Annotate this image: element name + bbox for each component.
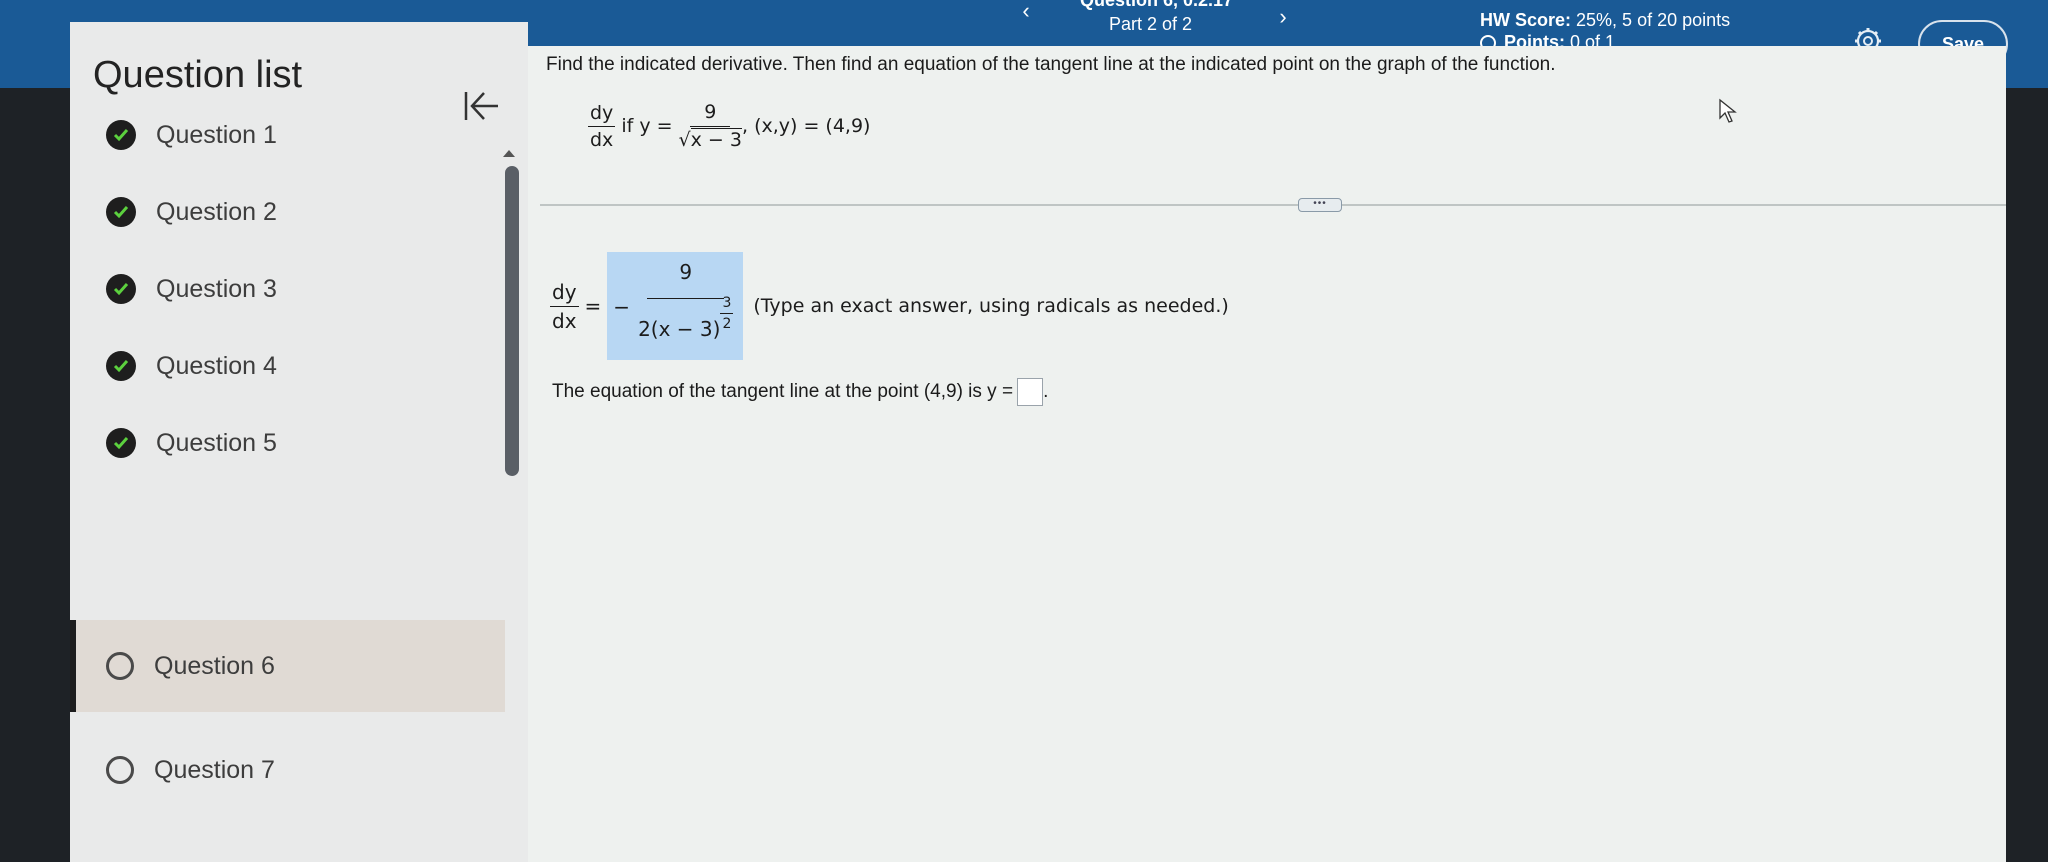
negative-sign: − bbox=[613, 295, 631, 319]
question-label: Question 1 bbox=[156, 120, 277, 149]
question-label: Question 3 bbox=[156, 274, 277, 303]
hw-score-label: HW Score: bbox=[1480, 10, 1572, 30]
exponent-denominator: 2 bbox=[722, 316, 732, 332]
denominator-base: 2(x − 3) bbox=[638, 317, 721, 341]
next-question-button[interactable]: › bbox=[1265, 6, 1301, 34]
question-label: Question 4 bbox=[156, 351, 277, 380]
tangent-line-text: The equation of the tangent line at the … bbox=[552, 381, 1014, 402]
derivative-answer-row: dy dx = − 9 2(x − 3) 3 2 (Type an exact an… bbox=[550, 252, 1229, 360]
given-point: , (x,y) = (4,9) bbox=[741, 115, 871, 137]
chevron-left-icon: ‹ bbox=[1022, 0, 1030, 23]
exponent-numerator: 3 bbox=[720, 295, 734, 314]
check-circle-icon bbox=[106, 351, 136, 381]
question-title: Question 6, 0.2.17 bbox=[1080, 0, 1234, 10]
scrollbar-thumb[interactable] bbox=[505, 166, 519, 476]
question-list-panel: Question list Question 1 Question 2 Ques… bbox=[70, 22, 528, 862]
radicand: x − 3 bbox=[690, 128, 742, 151]
question-label: Question 2 bbox=[156, 197, 277, 226]
part-label: Part 2 of 2 bbox=[1109, 14, 1193, 34]
scroll-up-arrow-icon[interactable] bbox=[503, 150, 515, 157]
tangent-line-input[interactable] bbox=[1017, 378, 1044, 406]
previous-question-button[interactable]: ‹ bbox=[1008, 0, 1044, 28]
problem-expression: dy dx if y = 9 √x − 3 , (x,y) = (4,9) bbox=[588, 101, 870, 151]
fraction-denominator: dx bbox=[590, 128, 614, 151]
empty-circle-icon bbox=[106, 652, 134, 680]
derivative-notation: dy dx bbox=[588, 102, 616, 151]
question-list-item-2[interactable]: Question 2 bbox=[70, 177, 505, 247]
fraction-denominator: dx bbox=[552, 308, 577, 333]
question-list-item-5[interactable]: Question 5 bbox=[70, 408, 505, 478]
exponent: 32 bbox=[720, 295, 734, 332]
hw-score: HW Score: 25%, 5 of 20 points bbox=[1480, 10, 1730, 31]
period: . bbox=[1043, 381, 1049, 402]
question-list-title: Question list bbox=[93, 54, 303, 96]
fraction-numerator: dy bbox=[550, 280, 579, 307]
question-label: Question 6 bbox=[154, 651, 275, 680]
chevron-right-icon: › bbox=[1279, 4, 1287, 29]
fraction-numerator: 9 bbox=[690, 101, 731, 127]
question-list-item-1[interactable]: Question 1 bbox=[70, 100, 505, 170]
derivative-answer-field[interactable]: − 9 2(x − 3) 3 2 bbox=[607, 252, 744, 360]
instruction-text: Find the indicated derivative. Then find… bbox=[546, 54, 1556, 75]
equals-sign: = bbox=[584, 294, 602, 318]
fraction-denominator: √x − 3 bbox=[679, 127, 742, 151]
tangent-line-prompt: The equation of the tangent line at the … bbox=[552, 378, 1048, 406]
derivative-notation: dy dx bbox=[550, 280, 579, 333]
fraction-numerator: dy bbox=[588, 102, 616, 127]
question-list-item-6[interactable]: Question 6 bbox=[70, 620, 505, 712]
fraction-denominator: 2(x − 3) 3 2 bbox=[638, 295, 734, 354]
radical-icon: √ bbox=[678, 129, 691, 151]
empty-circle-icon bbox=[106, 756, 134, 784]
answer-fraction: 9 2(x − 3) 3 2 bbox=[638, 260, 734, 354]
check-circle-icon bbox=[106, 274, 136, 304]
mouse-pointer-icon bbox=[1719, 98, 1737, 123]
question-label: Question 7 bbox=[154, 755, 275, 784]
question-list-item-3[interactable]: Question 3 bbox=[70, 254, 505, 324]
fraction-numerator: 9 bbox=[647, 260, 725, 299]
divider bbox=[540, 204, 2006, 206]
hw-score-value: 25%, 5 of 20 points bbox=[1576, 10, 1731, 30]
question-content: Find the indicated derivative. Then find… bbox=[528, 46, 2006, 862]
question-label: Question 5 bbox=[156, 428, 277, 457]
check-circle-icon bbox=[106, 428, 136, 458]
more-options-button[interactable]: ••• bbox=[1298, 198, 1342, 212]
answer-hint: (Type an exact answer, using radicals as… bbox=[753, 295, 1229, 317]
check-circle-icon bbox=[106, 197, 136, 227]
question-list-item-7[interactable]: Question 7 bbox=[70, 735, 505, 805]
function-fraction: 9 √x − 3 bbox=[679, 101, 742, 151]
check-circle-icon bbox=[106, 120, 136, 150]
if-y-label: if y = bbox=[621, 115, 673, 137]
question-list-item-4[interactable]: Question 4 bbox=[70, 331, 505, 401]
